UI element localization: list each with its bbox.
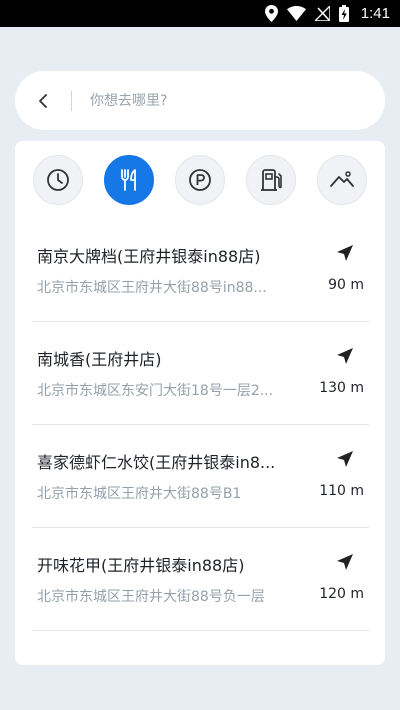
distance-label: 120 m — [319, 586, 364, 602]
chevron-left-icon — [39, 93, 47, 108]
place-name: 开味花甲(王府井银泰in88店) — [37, 556, 245, 575]
status-icons: 1:41 — [264, 4, 390, 23]
search-bar — [15, 71, 385, 130]
navigate-button[interactable] — [335, 552, 355, 572]
list-item[interactable]: 南京大牌档(王府井银泰in88店) 北京市东城区王府井大街88号in88... … — [32, 219, 369, 322]
place-address: 北京市东城区东安门大街18号一层2... — [37, 383, 274, 399]
search-input[interactable] — [90, 92, 350, 109]
results-list: 南京大牌档(王府井银泰in88店) 北京市东城区王府井大街88号in88... … — [32, 219, 369, 631]
navigation-arrow-icon — [337, 245, 353, 261]
navigation-arrow-icon — [337, 554, 353, 570]
distance-label: 110 m — [319, 483, 364, 499]
no-signal-icon — [314, 6, 330, 21]
status-bar: 1:41 — [0, 0, 400, 27]
location-icon — [264, 5, 278, 22]
parking-icon — [189, 169, 211, 191]
category-restaurant[interactable] — [104, 155, 154, 205]
gas-station-icon — [261, 169, 282, 191]
list-item[interactable]: 喜家德虾仁水饺(王府井银泰in8... 北京市东城区王府井大街88号B1 110… — [32, 425, 369, 528]
back-button[interactable] — [15, 71, 71, 130]
search-divider — [71, 90, 72, 111]
category-bar — [15, 155, 385, 205]
category-parking[interactable] — [175, 155, 225, 205]
distance-label: 130 m — [319, 380, 364, 396]
history-icon — [47, 169, 69, 191]
navigation-arrow-icon — [337, 451, 353, 467]
place-name: 南城香(王府井店) — [37, 350, 162, 369]
navigate-button[interactable] — [335, 346, 355, 366]
place-address: 北京市东城区王府井大街88号B1 — [37, 486, 242, 502]
navigate-button[interactable] — [335, 449, 355, 469]
place-name: 喜家德虾仁水饺(王府井银泰in8... — [37, 453, 276, 472]
distance-label: 90 m — [328, 277, 364, 293]
list-item[interactable]: 开味花甲(王府井银泰in88店) 北京市东城区王府井大街88号负一层 120 m — [32, 528, 369, 631]
category-scenic-spot[interactable] — [317, 155, 367, 205]
restaurant-icon — [121, 169, 136, 191]
navigate-button[interactable] — [335, 243, 355, 263]
list-item[interactable]: 南城香(王府井店) 北京市东城区东安门大街18号一层2... 130 m — [32, 322, 369, 425]
status-time: 1:41 — [360, 5, 390, 22]
category-gas-station[interactable] — [246, 155, 296, 205]
battery-charging-icon — [338, 5, 349, 22]
place-address: 北京市东城区王府井大街88号负一层 — [37, 589, 265, 605]
category-history[interactable] — [33, 155, 83, 205]
scenic-spot-icon — [330, 171, 354, 187]
place-name: 南京大牌档(王府井银泰in88店) — [37, 247, 261, 266]
wifi-icon — [286, 6, 306, 21]
place-address: 北京市东城区王府井大街88号in88... — [37, 280, 267, 296]
navigation-arrow-icon — [337, 348, 353, 364]
results-card: 南京大牌档(王府井银泰in88店) 北京市东城区王府井大街88号in88... … — [15, 141, 385, 665]
